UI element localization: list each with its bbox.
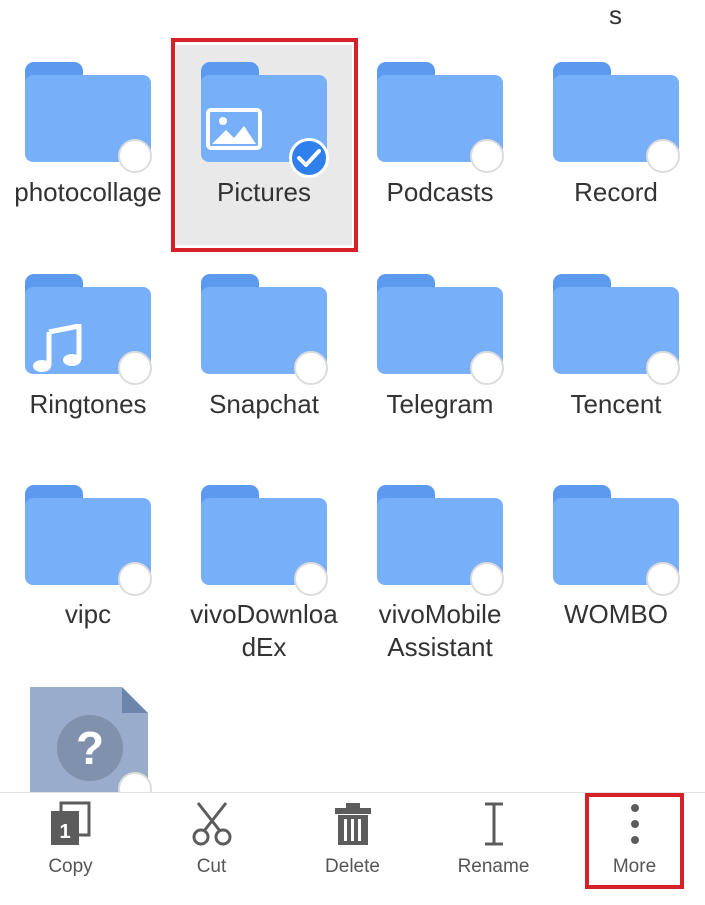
folder-label: Ringtones — [29, 389, 147, 419]
folder-label: Record — [574, 177, 658, 207]
folder-item[interactable]: WOMBO — [528, 455, 704, 680]
select-checkbox[interactable] — [118, 351, 152, 385]
folder-label: photocollage — [14, 177, 162, 207]
select-checkbox[interactable] — [118, 139, 152, 173]
copy-icon: 1 — [49, 801, 93, 852]
folder-label: vivoMobile Assistant — [352, 598, 528, 664]
select-checkbox[interactable] — [646, 351, 680, 385]
folder-item[interactable]: Snapchat — [176, 245, 352, 455]
copy-label: Copy — [48, 856, 93, 877]
cut-button[interactable]: Cut — [141, 793, 282, 905]
folder-label: Snapchat — [209, 389, 319, 419]
folder-item[interactable]: vipc — [0, 455, 176, 680]
rename-button[interactable]: Rename — [423, 793, 564, 905]
folder-item[interactable]: Record — [528, 0, 704, 245]
text-cursor-icon — [472, 801, 516, 852]
select-checkbox[interactable] — [294, 562, 328, 596]
select-checkbox[interactable] — [470, 351, 504, 385]
folder-item[interactable]: vivoDownloadEx — [176, 455, 352, 680]
trash-icon — [331, 801, 375, 852]
folder-item[interactable]: Tencent — [528, 245, 704, 455]
music-note-icon — [31, 322, 83, 379]
folder-item[interactable]: Podcasts — [352, 0, 528, 245]
highlight-box-more — [585, 793, 684, 889]
select-checkbox[interactable] — [646, 562, 680, 596]
select-checkbox[interactable] — [470, 139, 504, 173]
select-checkbox[interactable] — [646, 139, 680, 173]
copy-button[interactable]: 1 Copy — [0, 793, 141, 905]
question-mark-icon: ? — [57, 715, 123, 781]
folder-item[interactable]: Telegram — [352, 245, 528, 455]
folder-label-line-1: vivoMobile — [378, 599, 502, 629]
scissors-icon — [190, 801, 234, 852]
folder-label: vivoDownloadEx — [190, 599, 338, 662]
folder-label-line-2: Assistant — [387, 632, 493, 662]
folder-item[interactable]: vivoMobile Assistant — [352, 455, 528, 680]
delete-button[interactable]: Delete — [282, 793, 423, 905]
select-checkbox[interactable] — [470, 562, 504, 596]
folder-grid: photocollage Pictures Podcasts Record Ri… — [0, 0, 705, 806]
cut-label: Cut — [196, 856, 227, 877]
folder-item[interactable]: Ringtones — [0, 245, 176, 455]
folder-item[interactable]: photocollage — [0, 0, 176, 245]
rename-label: Rename — [457, 856, 530, 877]
delete-label: Delete — [325, 856, 380, 877]
select-checkbox[interactable] — [294, 351, 328, 385]
folder-label: WOMBO — [564, 599, 668, 629]
select-checkbox[interactable] — [118, 562, 152, 596]
folder-label: vipc — [64, 599, 112, 629]
copy-badge: 1 — [59, 821, 70, 843]
folder-label: Tencent — [570, 389, 662, 419]
highlight-box-pictures — [171, 38, 358, 252]
bottom-action-toolbar: 1 Copy Cut Delete Rename More — [0, 792, 705, 905]
folder-label: Telegram — [386, 389, 494, 419]
folder-label: Podcasts — [386, 177, 494, 207]
